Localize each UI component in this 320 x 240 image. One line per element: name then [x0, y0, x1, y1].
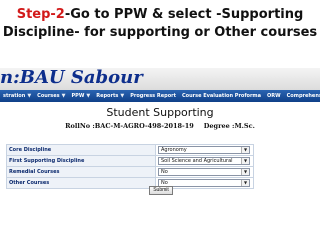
- caption-line-1-text: -Go to PPW & select -Supporting: [64, 7, 304, 22]
- remedial-courses-field: No ▼: [155, 166, 254, 178]
- first-supporting-discipline-select[interactable]: Soil Science and Agricultural ▼: [158, 157, 250, 165]
- nav-item-ppw[interactable]: PPW ▼: [69, 90, 94, 102]
- nav-item-courses[interactable]: Courses ▼: [34, 90, 68, 102]
- remedial-courses-select[interactable]: No ▼: [158, 168, 250, 176]
- remedial-courses-label: Remedial Courses: [6, 166, 156, 178]
- screenshot: n:BAU Sabour stration ▼ Courses ▼ PPW ▼ Rep…: [0, 67, 320, 240]
- nav-item-label: stration: [3, 93, 26, 99]
- submit-button[interactable]: Submit: [149, 186, 173, 195]
- core-discipline-label: Core Discipline: [6, 144, 156, 156]
- student-info: RollNo :BAC-M-AGRO-498-2018-19 Degree :M.…: [0, 122, 320, 130]
- nav-item-registration[interactable]: stration ▼: [0, 90, 34, 102]
- nav-item-label: Courses: [37, 93, 60, 99]
- slide-caption: Step-2-Go to PPW & select -Supporting Di…: [0, 6, 320, 42]
- page-title: Student Supporting: [106, 106, 214, 119]
- chevron-down-icon: ▼: [61, 93, 66, 99]
- nav-item-comprehensive[interactable]: Comprehensive: [284, 90, 320, 102]
- nav-item-label: Progress Report: [130, 93, 176, 99]
- form-row-core-discipline: Core Discipline Agronomy ▼: [6, 144, 254, 156]
- app-title: n:BAU Sabour: [0, 67, 143, 88]
- supporting-form: Core Discipline Agronomy ▼ First Supporti…: [6, 144, 254, 189]
- roll-label: RollNo :: [65, 122, 95, 130]
- nav-item-progress-report[interactable]: Progress Report: [127, 90, 179, 102]
- nav-item-course-evaluation-proforma[interactable]: Course Evaluation Proforma: [179, 90, 264, 102]
- chevron-down-icon: ▼: [241, 158, 249, 164]
- nav-item-label: Reports: [96, 93, 119, 99]
- chevron-down-icon: ▼: [241, 169, 249, 175]
- degree-label: Degree :: [203, 122, 235, 130]
- header-bar: n:BAU Sabour: [0, 67, 320, 90]
- core-discipline-select[interactable]: Agronomy ▼: [158, 146, 250, 154]
- chevron-down-icon: ▼: [86, 93, 91, 99]
- form-row-other-courses: Other Courses No ▼: [6, 177, 254, 189]
- first-supporting-discipline-field: Soil Science and Agricultural ▼: [155, 155, 254, 167]
- nav-item-label: PPW: [71, 93, 85, 99]
- chevron-down-icon: ▼: [27, 93, 32, 99]
- nav-item-orw[interactable]: ORW: [264, 90, 284, 102]
- caption-line-1: Step-2-Go to PPW & select -Supporting: [0, 6, 320, 24]
- other-courses-label: Other Courses: [6, 177, 156, 189]
- nav-item-label: Course Evaluation Proforma: [182, 93, 261, 99]
- step-label: Step-2: [16, 7, 65, 22]
- main-nav: stration ▼ Courses ▼ PPW ▼ Reports ▼ Progres…: [0, 90, 320, 102]
- select-value: Agronomy: [161, 147, 187, 153]
- chevron-down-icon: ▼: [120, 93, 125, 99]
- select-value: Soil Science and Agricultural: [161, 158, 233, 164]
- form-row-remedial-courses: Remedial Courses No ▼: [6, 166, 254, 178]
- form-row-first-supporting-discipline: First Supporting Discipline Soil Science…: [6, 155, 254, 167]
- nav-item-label: ORW: [267, 93, 281, 99]
- chevron-down-icon: ▼: [241, 147, 249, 153]
- nav-item-label: Comprehensive: [286, 93, 320, 99]
- select-value: No: [161, 169, 168, 175]
- degree-value: M.Sc.: [234, 122, 255, 130]
- core-discipline-field: Agronomy ▼: [155, 144, 254, 156]
- caption-line-2: Discipline- for supporting or Other cour…: [2, 25, 318, 40]
- first-supporting-discipline-label: First Supporting Discipline: [6, 155, 156, 167]
- roll-value: BAC-M-AGRO-498-2018-19: [94, 122, 194, 130]
- chevron-down-icon: ▼: [241, 180, 249, 186]
- nav-item-reports[interactable]: Reports ▼: [93, 90, 127, 102]
